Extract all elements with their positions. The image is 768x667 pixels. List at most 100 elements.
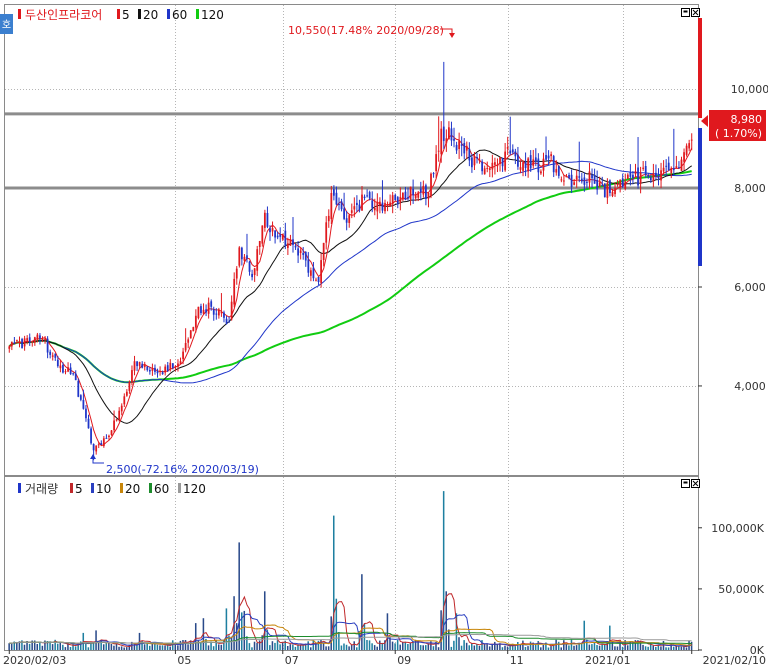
volume-bar [583, 620, 586, 650]
volume-bar [473, 645, 476, 650]
volume-bar [552, 645, 555, 650]
volume-bar [184, 640, 187, 650]
legend-label: 5 [122, 8, 130, 22]
volume-legend-label: 10 [96, 482, 111, 496]
volume-bar [626, 645, 629, 650]
volume-legend-marker [91, 483, 94, 493]
volume-bar [246, 636, 248, 650]
volume-maximize-icon[interactable] [681, 479, 690, 488]
volume-bar [573, 645, 575, 650]
legend-label: 20 [143, 8, 158, 22]
volume-bar [327, 646, 330, 650]
volume-bar [386, 613, 389, 650]
volume-bar [547, 647, 550, 650]
volume-legend-label: 60 [154, 482, 169, 496]
volume-bar [603, 644, 606, 650]
volume-bar [258, 640, 261, 650]
volume-bar [100, 640, 102, 650]
current-price: 8,980 [731, 113, 763, 126]
legend-label: 60 [172, 8, 187, 22]
volume-bar [320, 639, 322, 650]
volume-legend-marker [178, 483, 181, 493]
volume-panel [4, 476, 699, 651]
x-tick-label: 2021/01 [585, 654, 631, 667]
volume-bar [161, 645, 164, 650]
close-icon[interactable] [691, 8, 700, 17]
volume-bar [212, 646, 215, 650]
volume-bar [379, 640, 381, 650]
volume-bar [164, 645, 166, 650]
volume-bar [621, 646, 624, 650]
volume-bar [85, 644, 87, 650]
date-x-axis: 2020/02/03 05 07 09 11 2021/01 2021/02/10 [3, 650, 766, 667]
volume-bar [685, 647, 688, 650]
volume-bar [591, 644, 593, 650]
volume-bar [373, 645, 376, 650]
volume-bar [667, 647, 670, 650]
volume-bar [62, 644, 64, 650]
volume-bar [422, 645, 424, 650]
volume-bar [299, 644, 302, 650]
volume-bar [540, 647, 542, 650]
volume-bar [192, 643, 194, 650]
volume-bar [243, 610, 246, 650]
volume-bar [517, 642, 519, 650]
volume-bar [276, 640, 279, 650]
price-tick-label: 4,000 [734, 380, 766, 393]
volume-bar [376, 646, 378, 650]
volume-bar [74, 646, 77, 650]
volume-bar [491, 645, 493, 650]
volume-bar [371, 643, 373, 650]
volume-bar [10, 643, 13, 650]
volume-bar [348, 646, 350, 650]
volume-legend-label: 5 [75, 482, 83, 496]
price-tick-label: 6,000 [734, 281, 766, 294]
volume-bar [593, 642, 596, 650]
volume-title: 거래량 [25, 482, 58, 496]
legend-marker [117, 9, 120, 19]
candle [197, 306, 200, 320]
volume-bar [642, 644, 644, 650]
x-tick-label: 2021/02/10 [703, 654, 766, 667]
volume-close-icon[interactable] [691, 479, 700, 488]
volume-bar [105, 643, 108, 650]
maximize-icon[interactable] [681, 8, 690, 17]
legend-marker [138, 9, 141, 19]
volume-bar [660, 646, 662, 650]
volume-bar [616, 646, 619, 650]
current-price-marker [701, 115, 708, 127]
volume-bar [256, 643, 258, 650]
volume-bar [575, 645, 578, 650]
volume-bar [560, 647, 562, 650]
volume-legend-marker [18, 483, 21, 493]
volume-bar [36, 644, 39, 650]
volume-bar [182, 640, 184, 650]
volume-bar [450, 646, 453, 650]
volume-bar [271, 641, 274, 650]
volume-bar [345, 644, 348, 650]
legend-label: 120 [201, 8, 224, 22]
x-tick-label: 09 [397, 654, 411, 667]
volume-bar [396, 640, 399, 650]
volume-bar [307, 641, 309, 650]
high-annotation: 10,550(17.48% 2020/09/28) [288, 24, 455, 38]
volume-bar [471, 643, 473, 650]
volume-bar [647, 646, 649, 650]
volume-bar [102, 644, 105, 650]
price-tick-label: 8,000 [734, 182, 766, 195]
volume-bar [611, 641, 614, 650]
current-change: ( 1.70%) [715, 127, 762, 140]
volume-bar [115, 643, 118, 650]
volume-bar [670, 643, 672, 650]
volume-bar [368, 640, 371, 650]
low-annotation-label: 2,500(-72.16% 2020/03/19) [106, 463, 259, 476]
volume-tick-label: 100,000K [711, 522, 764, 535]
volume-bar [220, 644, 223, 650]
volume-bar [174, 645, 177, 650]
range-bar-up [698, 18, 702, 118]
volume-bar [465, 642, 468, 650]
volume-bar [340, 645, 343, 650]
candle [192, 326, 195, 332]
volume-bar [110, 643, 113, 650]
volume-bar [483, 644, 486, 650]
